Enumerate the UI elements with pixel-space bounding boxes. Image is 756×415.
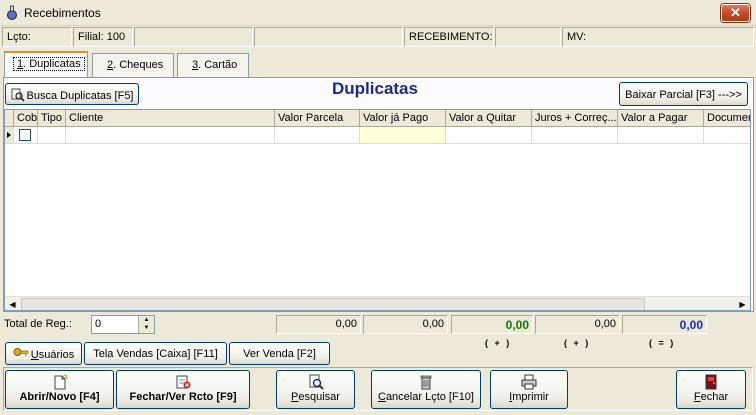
equals-sign: ( = ) bbox=[649, 338, 676, 348]
row-indicator bbox=[5, 127, 14, 144]
abrir-novo-button[interactable]: Abrir/Novo [F4] bbox=[5, 370, 114, 409]
total-juros: 0,00 bbox=[535, 315, 620, 334]
col-cliente[interactable]: Cliente bbox=[66, 110, 275, 127]
cell-tipo[interactable] bbox=[38, 127, 66, 144]
close-window-button[interactable]: ✕ bbox=[721, 4, 750, 22]
total-valor-pagar: 0,00 bbox=[622, 315, 707, 334]
row-indicator-header bbox=[5, 110, 14, 127]
mv-panel: MV: bbox=[562, 27, 754, 47]
fechar-label: echar bbox=[700, 391, 729, 403]
fechar-button[interactable]: Fechar bbox=[676, 370, 746, 409]
horizontal-scrollbar[interactable]: ◀ ▶ bbox=[5, 296, 750, 310]
tab-duplicatas[interactable]: 1. Duplicatas bbox=[4, 51, 88, 78]
fechar-key: F bbox=[693, 391, 701, 403]
cancelar-lcto-button[interactable]: Cancelar Lçto [F10] bbox=[371, 370, 481, 409]
col-valor-quitar[interactable]: Valor a Quitar bbox=[446, 110, 532, 127]
total-valor-pago: 0,00 bbox=[363, 315, 448, 334]
duplicatas-grid[interactable]: Cob Tipo Cliente Valor Parcela Valor já … bbox=[4, 109, 751, 311]
cob-checkbox[interactable] bbox=[19, 129, 31, 141]
current-row-arrow-icon bbox=[7, 132, 11, 138]
tela-vendas-button[interactable]: Tela Vendas [Caixa] [F11] bbox=[84, 342, 227, 365]
cell-valor-parcela[interactable] bbox=[275, 127, 360, 144]
tab-cartao-label: . Cartão bbox=[198, 59, 238, 71]
info-panel-blank-1 bbox=[134, 27, 253, 47]
busca-duplicatas-button[interactable]: Busca Duplicatas [F5] bbox=[5, 83, 139, 105]
tab-cheques[interactable]: 2. Cheques bbox=[92, 53, 174, 77]
fechar-ver-rcto-button[interactable]: Fechar/Ver Rcto [F9] bbox=[116, 370, 250, 409]
total-reg-stepper[interactable]: 0 ▲ ▼ bbox=[91, 315, 155, 334]
search-document-icon bbox=[11, 88, 25, 102]
tab-duplicatas-label: . Duplicatas bbox=[23, 58, 81, 70]
stepper-down-icon[interactable]: ▼ bbox=[139, 324, 154, 332]
scroll-thumb[interactable] bbox=[21, 298, 645, 310]
window-title: Recebimentos bbox=[24, 6, 101, 20]
info-panel-blank-2 bbox=[254, 27, 403, 47]
close-receipt-icon bbox=[176, 375, 191, 389]
usuarios-label: suários bbox=[38, 349, 75, 361]
exit-door-icon bbox=[705, 374, 717, 390]
filial-panel: Filial: 100 bbox=[73, 27, 133, 47]
col-cob[interactable]: Cob bbox=[14, 110, 38, 127]
usuarios-key: U bbox=[30, 349, 39, 361]
baixar-parcial-button[interactable]: Baixar Parcial [F3] --->> bbox=[619, 82, 748, 106]
total-valor-quitar: 0,00 bbox=[451, 315, 533, 334]
tab-cartao[interactable]: 3. Cartão bbox=[177, 53, 249, 77]
printer-icon bbox=[521, 374, 537, 390]
ver-venda-button[interactable]: Ver Venda [F2] bbox=[229, 342, 330, 365]
col-valor-parcela[interactable]: Valor Parcela bbox=[275, 110, 360, 127]
fechar-ver-rcto-label: Fechar/Ver Rcto [F9] bbox=[129, 391, 237, 403]
trash-icon bbox=[420, 375, 432, 390]
new-document-icon bbox=[54, 374, 68, 390]
imprimir-button[interactable]: Imprimir bbox=[490, 370, 568, 409]
usuarios-button[interactable]: Usuários bbox=[5, 342, 82, 365]
cell-valor-pagar[interactable] bbox=[618, 127, 704, 144]
cell-documento[interactable] bbox=[704, 127, 750, 144]
cell-valor-quitar[interactable] bbox=[446, 127, 532, 144]
search-icon bbox=[309, 374, 324, 390]
col-valor-pagar[interactable]: Valor a Pagar bbox=[618, 110, 704, 127]
pesquisar-button[interactable]: Pesquisar bbox=[276, 370, 355, 409]
plus-sign-2: ( + ) bbox=[564, 338, 591, 348]
stepper-up-icon[interactable]: ▲ bbox=[139, 316, 154, 324]
app-icon bbox=[7, 5, 17, 20]
section-title: Duplicatas bbox=[332, 79, 418, 98]
tab-cheques-label: . Cheques bbox=[113, 59, 164, 71]
total-reg-label: Total de Reg.: bbox=[4, 318, 72, 330]
cancelar-label: ancelar Lçto [F10] bbox=[385, 391, 474, 403]
col-valor-pago[interactable]: Valor já Pago bbox=[360, 110, 446, 127]
total-reg-value: 0 bbox=[95, 318, 102, 330]
imprimir-label: mprimir bbox=[512, 391, 549, 403]
grid-header: Cob Tipo Cliente Valor Parcela Valor já … bbox=[5, 110, 750, 127]
scroll-right-icon[interactable]: ▶ bbox=[735, 297, 750, 310]
cell-juros[interactable] bbox=[532, 127, 618, 144]
stepper-arrows[interactable]: ▲ ▼ bbox=[138, 316, 154, 333]
busca-duplicatas-label: Busca Duplicatas [F5] bbox=[26, 90, 134, 102]
plus-sign-1: ( + ) bbox=[485, 338, 512, 348]
scroll-left-icon[interactable]: ◀ bbox=[5, 297, 20, 310]
key-icon bbox=[13, 348, 29, 356]
cell-valor-pago[interactable] bbox=[360, 127, 446, 144]
pesquisar-label: esquisar bbox=[298, 391, 340, 403]
cell-cliente[interactable] bbox=[66, 127, 275, 144]
info-panel-blank-3 bbox=[495, 27, 561, 47]
lcto-panel: Lçto: bbox=[2, 27, 72, 47]
recebimento-panel: RECEBIMENTO: bbox=[404, 27, 494, 47]
cancelar-key: C bbox=[377, 391, 386, 403]
col-tipo[interactable]: Tipo bbox=[38, 110, 66, 127]
title-bar: Recebimentos ✕ bbox=[0, 0, 756, 26]
table-row[interactable] bbox=[14, 127, 38, 144]
total-valor-parcela: 0,00 bbox=[276, 315, 361, 334]
abrir-novo-label: Abrir/Novo [F4] bbox=[19, 391, 100, 403]
col-documento[interactable]: Documen bbox=[704, 110, 750, 127]
col-juros[interactable]: Juros + Correç... bbox=[532, 110, 618, 127]
